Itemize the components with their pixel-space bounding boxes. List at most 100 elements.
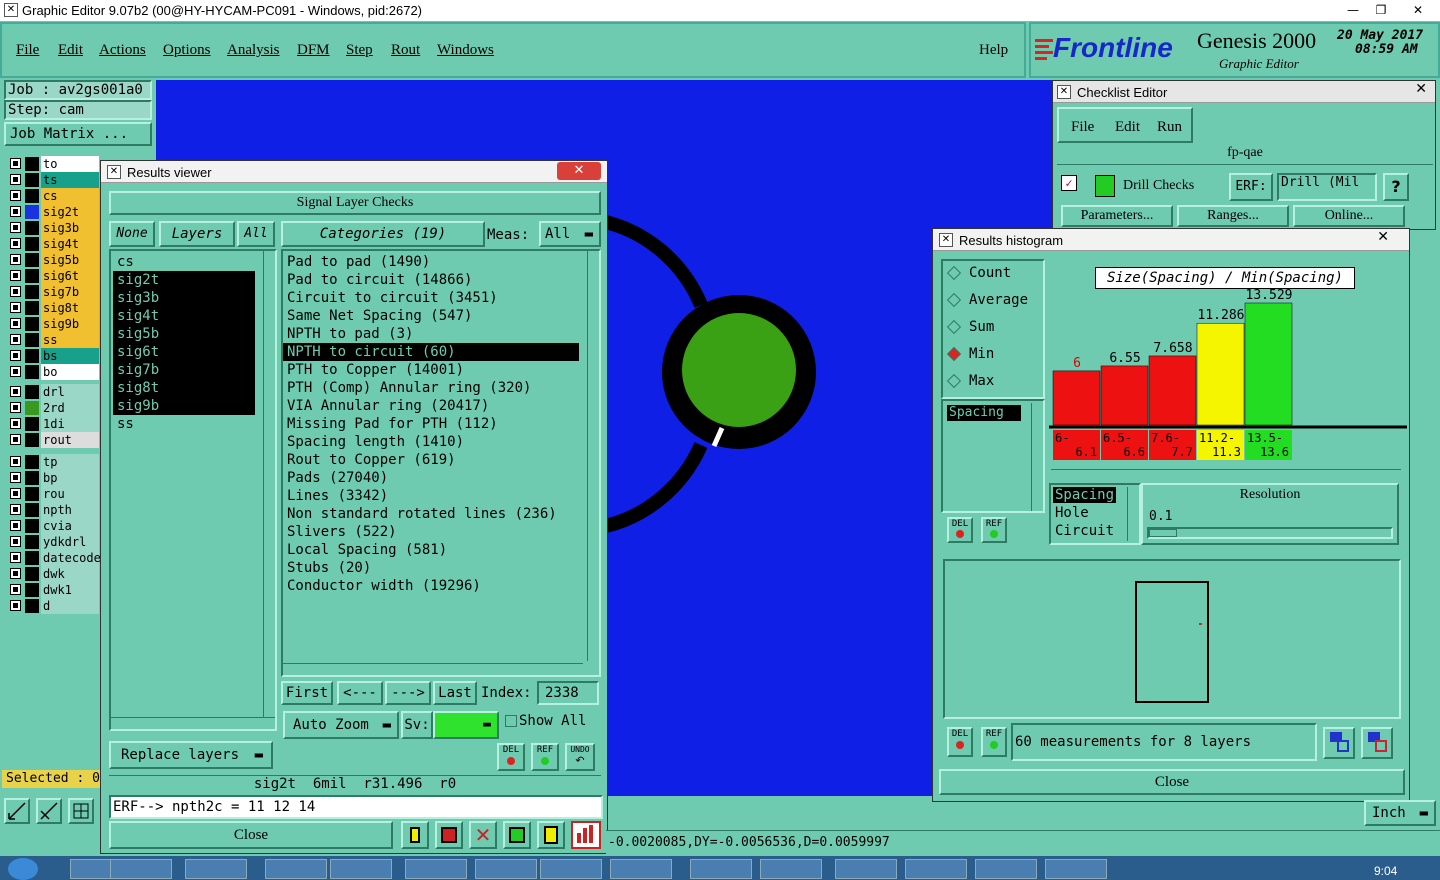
layer-color-swatch[interactable]: [25, 567, 39, 581]
category-item[interactable]: PTH (Comp) Annular ring (320): [283, 379, 579, 397]
layer-checkbox[interactable]: [10, 334, 21, 345]
menu-edit[interactable]: Edit: [58, 42, 83, 59]
histogram-bar[interactable]: [1196, 322, 1245, 426]
layer-row[interactable]: ydkdrl: [6, 534, 99, 550]
category-item[interactable]: Stubs (20): [283, 559, 579, 577]
layer-checkbox[interactable]: [10, 190, 21, 201]
units-dropdown[interactable]: Inch ▬: [1364, 800, 1436, 826]
layer-checkbox[interactable]: [10, 254, 21, 265]
menu-actions[interactable]: Actions: [99, 42, 146, 59]
menu-options[interactable]: Options: [163, 42, 211, 59]
layer-row[interactable]: cvia: [6, 518, 99, 534]
erf-button[interactable]: ERF:: [1229, 173, 1273, 201]
layer-row[interactable]: sig4t: [6, 236, 99, 252]
layer-checkbox[interactable]: [10, 302, 21, 313]
layer-color-swatch[interactable]: [25, 417, 39, 431]
category-item[interactable]: Local Spacing (581): [283, 541, 579, 559]
layer-row[interactable]: sig2t: [6, 204, 99, 220]
category-item[interactable]: Rout to Copper (619): [283, 451, 579, 469]
help-button[interactable]: ?: [1383, 173, 1409, 201]
tool-zoom-icon[interactable]: [4, 798, 30, 824]
category-item[interactable]: Non standard rotated lines (236): [283, 505, 579, 523]
layer-color-swatch[interactable]: [25, 365, 39, 379]
online-button[interactable]: Online...: [1293, 205, 1405, 227]
layer-checkbox[interactable]: [10, 402, 21, 413]
layer-checkbox[interactable]: [10, 568, 21, 579]
layer-color-swatch[interactable]: [25, 455, 39, 469]
layer-list-item[interactable]: cs: [113, 253, 255, 271]
layer-color-swatch[interactable]: [25, 221, 39, 235]
layer-row[interactable]: 2rd: [6, 400, 99, 416]
layer-checkbox[interactable]: [10, 472, 21, 483]
category-item[interactable]: Circuit to circuit (3451): [283, 289, 579, 307]
taskbar-item[interactable]: [610, 859, 672, 879]
viewer-undo-button[interactable]: UNDO ↶: [565, 743, 595, 771]
category-item[interactable]: Pads (27040): [283, 469, 579, 487]
layer-checkbox[interactable]: [10, 270, 21, 281]
layer-checkbox[interactable]: [10, 418, 21, 429]
category-item[interactable]: Slivers (522): [283, 523, 579, 541]
histogram-bar[interactable]: [1148, 355, 1197, 426]
layer-checkbox[interactable]: [10, 318, 21, 329]
layer-color-swatch[interactable]: [25, 535, 39, 549]
last-button[interactable]: Last: [433, 681, 477, 705]
layer-color-swatch[interactable]: [25, 173, 39, 187]
minimize-icon[interactable]: —: [1340, 1, 1366, 19]
layer-list-item[interactable]: sig3b: [113, 289, 255, 307]
layer-color-swatch[interactable]: [25, 189, 39, 203]
show-all-checkbox[interactable]: [505, 715, 517, 727]
layer-row[interactable]: datecode: [6, 550, 101, 566]
layer-checkbox[interactable]: [10, 552, 21, 563]
histogram-bar[interactable]: [1244, 302, 1293, 426]
layer-checkbox[interactable]: [10, 456, 21, 467]
resolution-slider[interactable]: [1147, 527, 1393, 539]
layer-checkbox[interactable]: [10, 238, 21, 249]
taskbar-item[interactable]: [185, 859, 247, 879]
maximize-icon[interactable]: ❐: [1368, 1, 1394, 19]
menu-dfm[interactable]: DFM: [297, 42, 330, 59]
close-icon[interactable]: ✕: [1415, 81, 1427, 97]
taskbar-item[interactable]: [475, 859, 537, 879]
first-button[interactable]: First: [281, 681, 333, 705]
red-view-icon[interactable]: [435, 821, 463, 849]
checklist-menu-edit[interactable]: Edit: [1115, 119, 1140, 136]
layer-color-swatch[interactable]: [25, 269, 39, 283]
spacing-item[interactable]: Spacing: [947, 405, 1021, 421]
layer-color-swatch[interactable]: [25, 583, 39, 597]
job-matrix-button[interactable]: Job Matrix ...: [4, 122, 152, 146]
layer-row[interactable]: dwk1: [6, 582, 99, 598]
histogram-icon[interactable]: [571, 821, 601, 849]
taskbar-item[interactable]: [330, 859, 392, 879]
next-button[interactable]: --->: [385, 681, 431, 705]
layers-button[interactable]: Layers: [159, 221, 235, 247]
layer-color-swatch[interactable]: [25, 551, 39, 565]
category-item[interactable]: Missing Pad for PTH (112): [283, 415, 579, 433]
check-enabled-checkbox[interactable]: ✓: [1061, 175, 1077, 191]
replace-layers-dropdown[interactable]: Replace layers ▬: [109, 741, 273, 769]
layer-row[interactable]: 1di: [6, 416, 99, 432]
layer-list-item[interactable]: sig7b: [113, 361, 255, 379]
layer-color-swatch[interactable]: [25, 503, 39, 517]
export-icon[interactable]: [1323, 727, 1355, 759]
layer-checkbox[interactable]: [10, 286, 21, 297]
attribute-scrollbar[interactable]: [1127, 487, 1137, 541]
categories-button[interactable]: Categories (19): [281, 221, 485, 247]
taskbar-item[interactable]: [540, 859, 602, 879]
layer-list-v-scrollbar[interactable]: [263, 251, 275, 717]
layer-checkbox[interactable]: [10, 350, 21, 361]
layer-row[interactable]: ss: [6, 332, 99, 348]
layer-color-swatch[interactable]: [25, 401, 39, 415]
menu-analysis[interactable]: Analysis: [227, 42, 280, 59]
layer-checkbox[interactable]: [10, 584, 21, 595]
layer-row[interactable]: rou: [6, 486, 99, 502]
category-item[interactable]: Same Net Spacing (547): [283, 307, 579, 325]
layer-checkbox[interactable]: [10, 600, 21, 611]
erf-field[interactable]: Drill (Mil: [1277, 173, 1377, 201]
histogram-h-scrollbar[interactable]: [1051, 469, 1401, 481]
layer-checkbox[interactable]: [10, 504, 21, 515]
menu-help[interactable]: Help: [979, 42, 1008, 59]
menu-step[interactable]: Step: [346, 42, 373, 59]
layer-row[interactable]: sig8t: [6, 300, 99, 316]
layer-checkbox[interactable]: [10, 222, 21, 233]
category-item[interactable]: Pad to circuit (14866): [283, 271, 579, 289]
